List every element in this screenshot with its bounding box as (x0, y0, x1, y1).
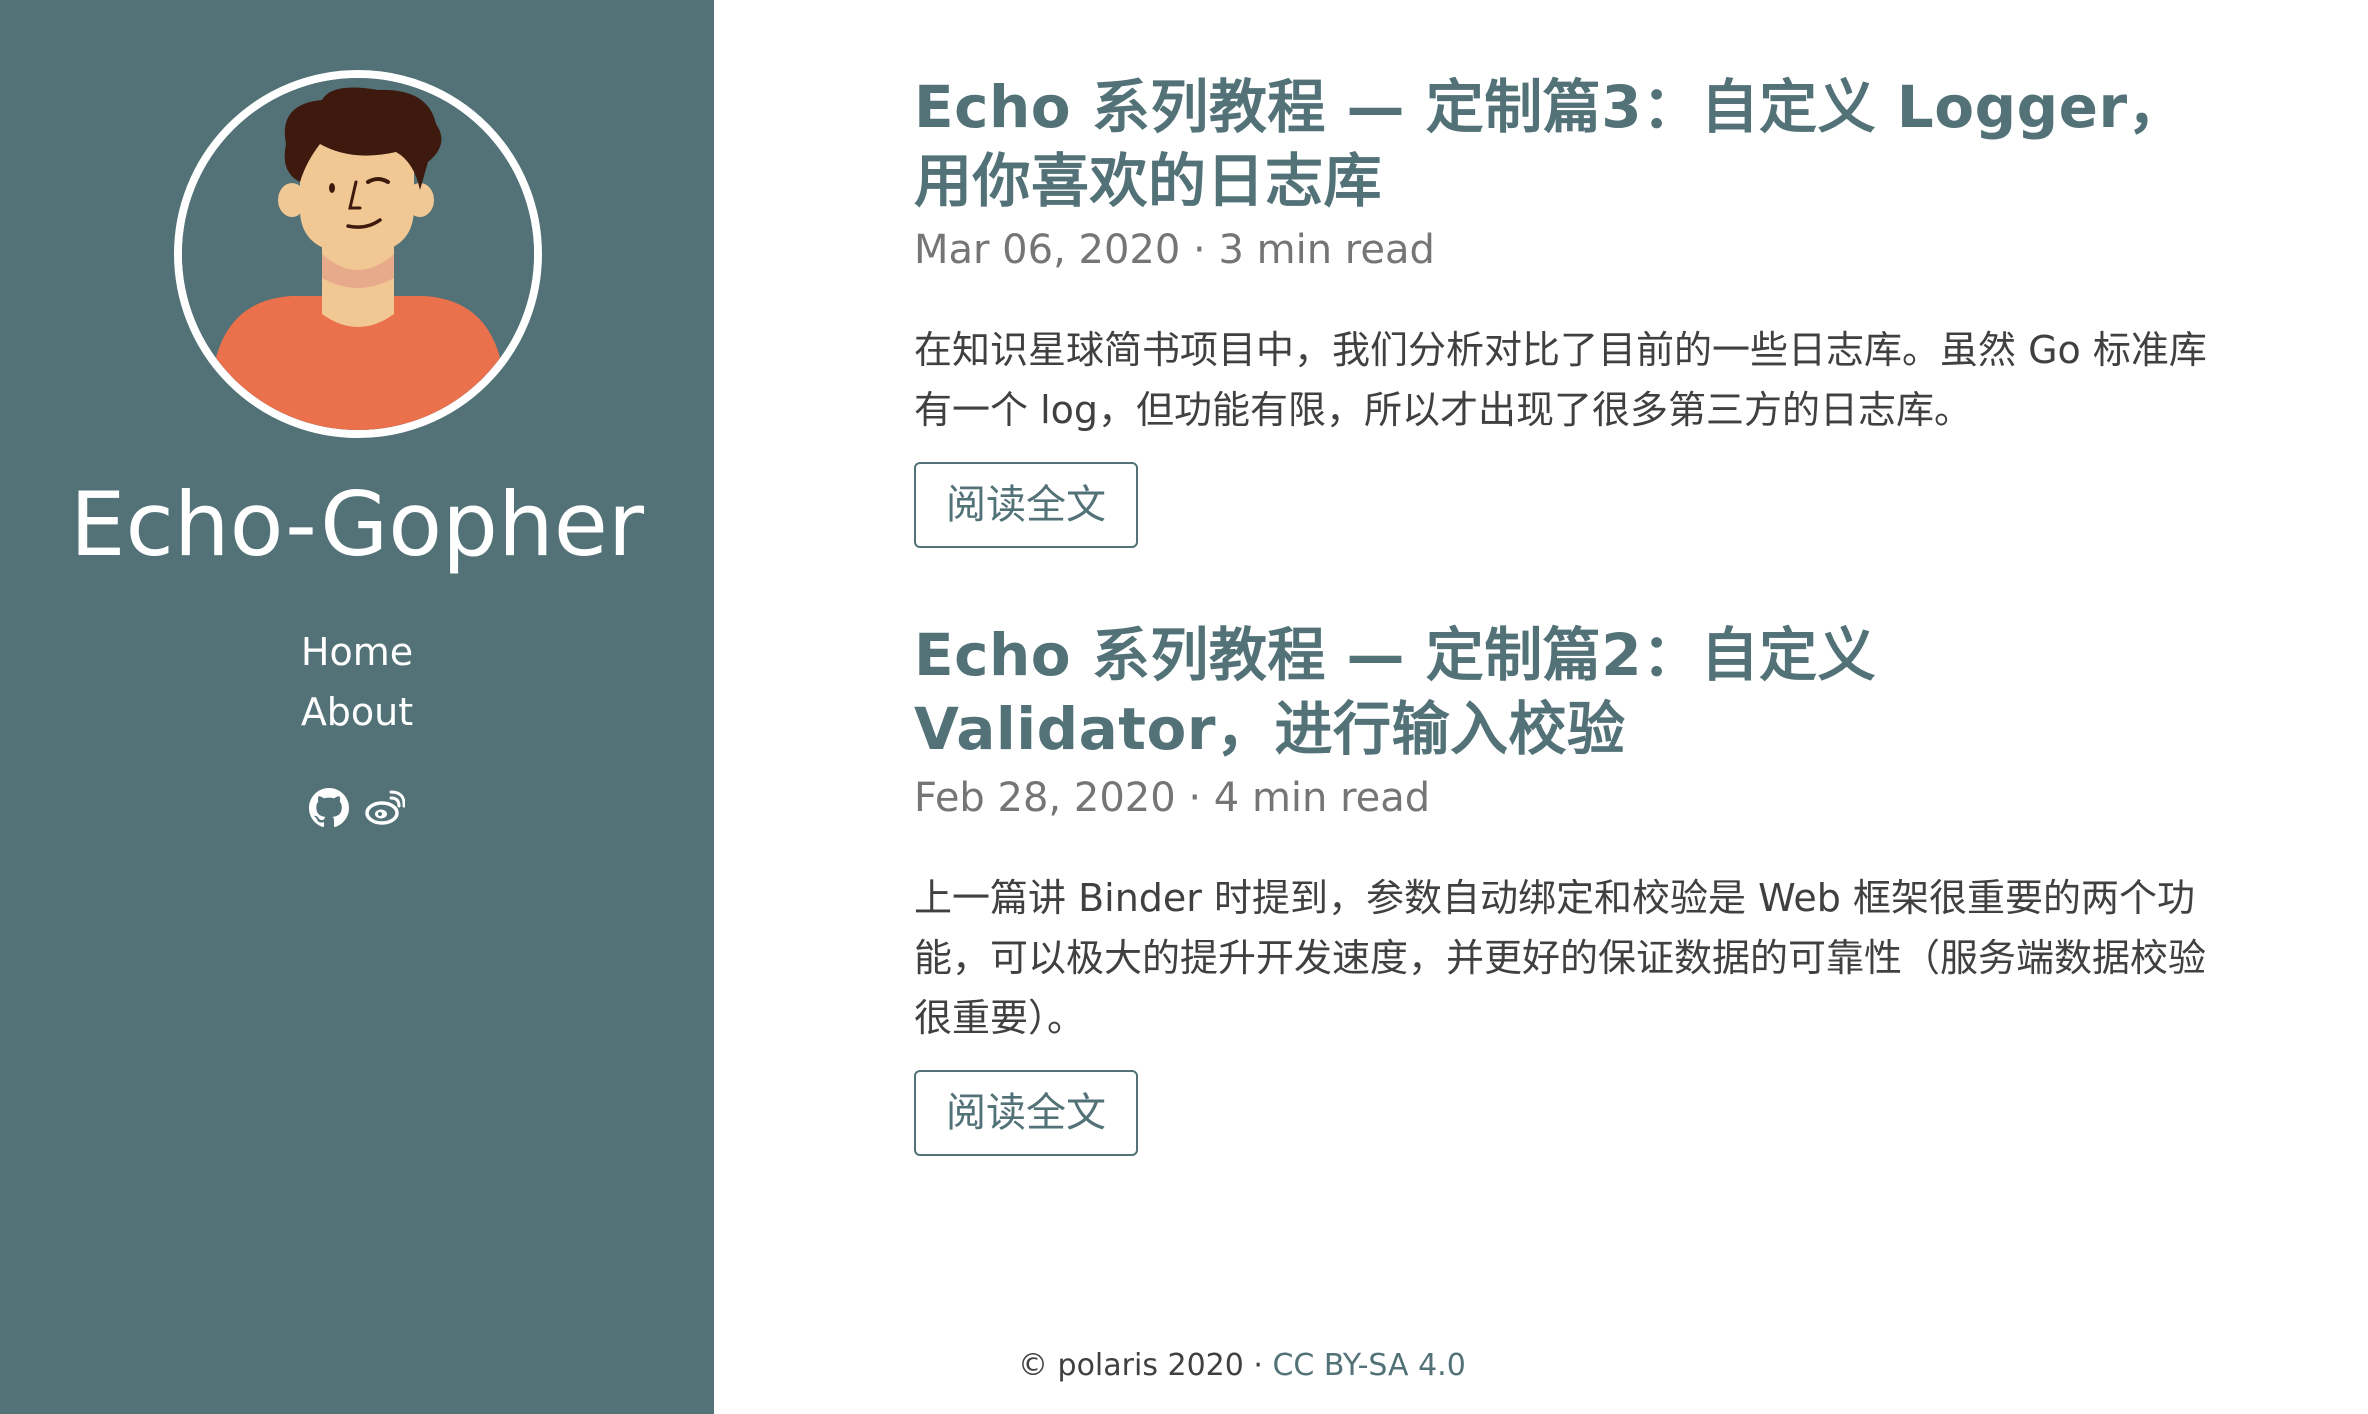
post-title-link[interactable]: Echo 系列教程 — 定制篇2：自定义 Validator，进行输入校验 (914, 618, 2214, 766)
nav-about-link[interactable]: About (0, 682, 714, 742)
avatar[interactable] (174, 70, 542, 438)
read-more-button[interactable]: 阅读全文 (914, 1070, 1138, 1156)
sidebar: Echo-Gopher Home About (0, 0, 714, 1414)
post-title-link[interactable]: Echo 系列教程 — 定制篇3：自定义 Logger，用你喜欢的日志库 (914, 70, 2214, 218)
site-title[interactable]: Echo-Gopher (0, 470, 714, 580)
main-nav: Home About (0, 622, 714, 742)
weibo-icon[interactable] (364, 788, 405, 828)
post-meta: Mar 06, 2020 · 3 min read (914, 227, 1435, 273)
post-excerpt: 在知识星球简书项目中，我们分析对比了目前的一些日志库。虽然 Go 标准库有一个 … (914, 328, 2207, 432)
footer: © polaris 2020 · CC BY-SA 4.0 (1018, 1346, 1466, 1386)
post-item: Echo 系列教程 — 定制篇3：自定义 Logger，用你喜欢的日志库 Mar… (914, 70, 2214, 548)
license-link[interactable]: CC BY-SA 4.0 (1272, 1348, 1465, 1383)
post-excerpt: 上一篇讲 Binder 时提到，参数自动绑定和校验是 Web 框架很重要的两个功… (914, 876, 2207, 1040)
read-more-button[interactable]: 阅读全文 (914, 462, 1138, 548)
avatar-illustration (182, 78, 534, 430)
nav-home-link[interactable]: Home (0, 622, 714, 682)
page: Echo-Gopher Home About Echo 系列教程 — 定制篇3：… (0, 0, 2368, 1414)
post-item: Echo 系列教程 — 定制篇2：自定义 Validator，进行输入校验 Fe… (914, 618, 2214, 1156)
footer-copyright: © polaris 2020 · (1018, 1348, 1273, 1383)
github-icon[interactable] (309, 788, 350, 828)
social-links (0, 788, 714, 836)
post-meta: Feb 28, 2020 · 4 min read (914, 775, 1431, 821)
